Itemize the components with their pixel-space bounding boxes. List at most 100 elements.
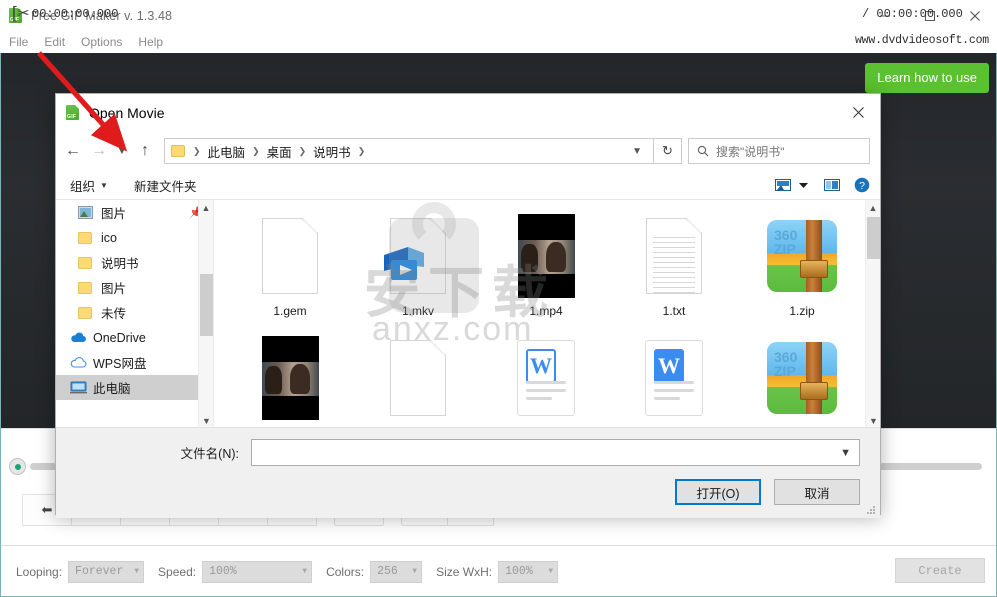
refresh-icon[interactable]: ↻ — [654, 138, 682, 164]
chevron-down-icon: ▼ — [548, 567, 554, 576]
colors-select[interactable]: 256 ▼ — [370, 560, 423, 583]
computer-icon — [70, 381, 88, 394]
file-item[interactable]: W — [610, 328, 738, 427]
size-value: 100% — [505, 565, 533, 578]
scroll-up-icon[interactable]: ▲ — [199, 200, 213, 215]
sidebar-item-ico[interactable]: ico — [56, 225, 213, 250]
file-item[interactable]: 1.mkv — [354, 206, 482, 328]
arrow-up-icon[interactable]: ↑ — [132, 137, 158, 165]
file-item[interactable]: 1.mp4 — [482, 206, 610, 328]
chevron-down-icon[interactable]: ▼ — [100, 181, 108, 190]
scroll-down-icon[interactable]: ▼ — [866, 413, 880, 427]
open-button[interactable]: 打开(O) — [675, 479, 761, 505]
arrow-left-icon[interactable]: ← — [60, 137, 86, 165]
sidebar-item-label: WPS网盘 — [93, 357, 147, 371]
breadcrumb-item-1[interactable]: 桌面 — [265, 142, 294, 161]
learn-how-to-use-button[interactable]: Learn how to use — [865, 63, 989, 93]
create-button[interactable]: Create — [895, 558, 985, 583]
breadcrumb-separator: ❯ — [357, 145, 366, 156]
close-icon[interactable] — [836, 94, 880, 131]
view-layout-icon[interactable] — [775, 178, 791, 192]
blank-document-icon — [262, 210, 318, 302]
timeline-current-time: 00:00:00.000 — [32, 7, 119, 21]
chevron-down-icon: ▼ — [412, 567, 418, 576]
file-item[interactable]: 360 ZIP 1.zip — [738, 206, 866, 328]
picture-icon — [78, 206, 96, 219]
text-document-icon — [646, 210, 702, 302]
size-select[interactable]: 100% ▼ — [498, 560, 559, 583]
video-document-icon — [384, 210, 446, 302]
sidebar-item-onedrive[interactable]: OneDrive — [56, 325, 213, 350]
looping-label: Looping: — [16, 564, 63, 579]
brand-url: www.dvdvideosoft.com — [854, 34, 989, 47]
dialog-navigation-bar: ← → ▼ ↑ ❯ 此电脑 ❯ 桌面 ❯ 说明书 ❯ ▼ ↻ 搜索"说明书" — [56, 131, 880, 171]
scrollbar-thumb[interactable] — [200, 274, 213, 336]
sidebar-item-manual[interactable]: 说明书 — [56, 250, 213, 275]
scrollbar-thumb[interactable] — [867, 217, 880, 259]
chevron-down-icon[interactable]: ▼ — [112, 137, 132, 165]
dialog-footer: 文件名(N): ▼ 打开(O) 取消 — [56, 428, 880, 518]
sidebar-item-pictures[interactable]: 图片 — [56, 275, 213, 300]
scissors-icon[interactable]: ✂ — [17, 6, 30, 21]
chevron-down-icon[interactable]: ▼ — [625, 146, 649, 157]
file-item[interactable]: 1.gem — [226, 206, 354, 328]
chevron-down-icon[interactable]: ▼ — [840, 447, 851, 459]
window-border-left — [0, 53, 1, 597]
file-item[interactable] — [354, 328, 482, 427]
scroll-up-icon[interactable]: ▲ — [866, 200, 880, 215]
filename-label: 文件名(N): — [180, 447, 239, 461]
file-item[interactable]: 360 ZIP — [738, 328, 866, 427]
sidebar-scrollbar[interactable]: ▲ ▼ — [198, 200, 213, 427]
file-list-view[interactable]: 1.gem 1.mkv 1.mp4 1.txt 360 ZIP 1.zip W … — [214, 200, 880, 427]
timeline-scrubber-handle[interactable] — [9, 458, 26, 475]
menu-file[interactable]: File — [9, 35, 28, 49]
gif-app-icon: GIF — [65, 104, 81, 121]
file-name: 1.zip — [789, 304, 815, 318]
menu-options[interactable]: Options — [81, 35, 122, 49]
filename-input[interactable]: ▼ — [251, 439, 860, 466]
speed-value: 100% — [209, 565, 237, 578]
cloud-outline-icon — [70, 356, 88, 369]
navigation-tree: 图片 📌 ico 说明书 图片 未传 OneDrive WPS网盘 此电脑 ▲ … — [56, 200, 214, 427]
file-item[interactable] — [226, 328, 354, 427]
colors-value: 256 — [377, 565, 398, 578]
new-folder-button[interactable]: 新建文件夹 — [134, 176, 197, 195]
sidebar-item-this-pc[interactable]: 此电脑 — [56, 375, 213, 400]
breadcrumb-separator: ❯ — [193, 145, 201, 156]
dialog-title: Open Movie — [89, 104, 165, 121]
breadcrumb-item-0[interactable]: 此电脑 — [206, 142, 248, 161]
chevron-down-icon[interactable] — [799, 182, 808, 189]
folder-icon — [78, 281, 96, 294]
sidebar-item-label: 图片 — [101, 282, 127, 296]
app-menubar: File Edit Options Help — [0, 31, 997, 53]
sidebar-item-pictures-quick[interactable]: 图片 📌 — [56, 200, 213, 225]
menu-edit[interactable]: Edit — [44, 35, 65, 49]
sidebar-item-wps-cloud[interactable]: WPS网盘 — [56, 350, 213, 375]
sidebar-item-label: 未传 — [101, 307, 127, 321]
scroll-down-icon[interactable]: ▼ — [199, 413, 213, 427]
sidebar-item-unuploaded[interactable]: 未传 — [56, 300, 213, 325]
resize-grip[interactable] — [867, 506, 877, 516]
chevron-down-icon: ▼ — [134, 567, 140, 576]
breadcrumb[interactable]: ❯ 此电脑 ❯ 桌面 ❯ 说明书 ❯ ▼ — [164, 138, 654, 164]
cancel-button[interactable]: 取消 — [774, 479, 860, 505]
file-list-scrollbar[interactable]: ▲ ▼ — [865, 200, 880, 427]
chevron-down-icon: ▼ — [302, 567, 308, 576]
speed-select[interactable]: 100% ▼ — [202, 560, 313, 583]
help-icon[interactable]: ? — [854, 177, 870, 193]
breadcrumb-separator: ❯ — [298, 145, 307, 156]
organize-button[interactable]: 组织 — [70, 176, 95, 195]
zip-archive-icon: 360 ZIP — [767, 210, 837, 302]
file-name: 1.mp4 — [529, 304, 563, 318]
sidebar-item-label: 说明书 — [101, 257, 139, 271]
breadcrumb-item-2[interactable]: 说明书 — [311, 142, 353, 161]
search-icon — [697, 145, 709, 157]
folder-icon — [78, 256, 96, 269]
looping-select[interactable]: Forever ▼ — [68, 560, 145, 583]
file-item[interactable]: W — [482, 328, 610, 427]
menu-help[interactable]: Help — [138, 35, 163, 49]
preview-pane-icon[interactable] — [824, 178, 840, 192]
file-item[interactable]: 1.txt — [610, 206, 738, 328]
arrow-right-icon[interactable]: → — [86, 137, 112, 165]
search-input[interactable]: 搜索"说明书" — [688, 138, 870, 164]
